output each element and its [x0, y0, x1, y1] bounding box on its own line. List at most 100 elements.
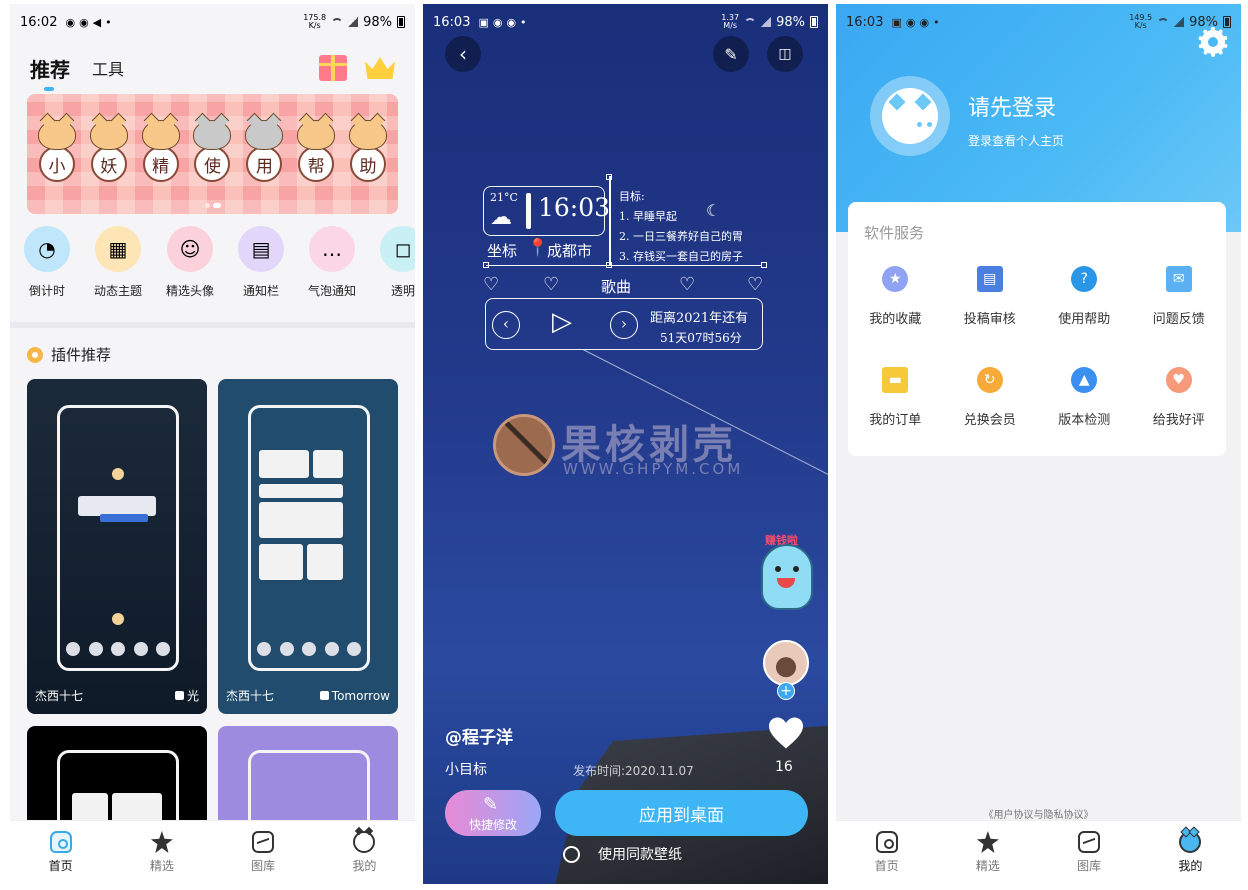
- nav-label: 我的: [1178, 859, 1203, 873]
- music-countdown-widget[interactable]: ‹ ▷ › 距离2021年还有 51天07时56分: [485, 298, 763, 350]
- quick-entry[interactable]: ▤ 通知栏: [238, 226, 285, 306]
- author-name[interactable]: @程子洋: [445, 723, 513, 748]
- location-pin-icon: 📍: [527, 238, 549, 258]
- widget-preview: [313, 450, 343, 478]
- quick-entry[interactable]: ☺ 精选头像: [166, 226, 214, 306]
- play-icon[interactable]: ▷: [552, 307, 572, 337]
- radio-button[interactable]: [563, 845, 580, 863]
- banner-cat: 用: [242, 120, 286, 182]
- countdown-label: 距离2021年还有: [650, 311, 749, 326]
- service-item[interactable]: ✉ 问题反馈: [1132, 266, 1227, 327]
- goal-item: 2. 一日三餐养好自己的胃: [619, 230, 743, 243]
- service-item[interactable]: ★ 我的收藏: [848, 266, 943, 327]
- service-label: 投稿审核: [963, 312, 1016, 327]
- temperature: 21°C: [490, 191, 518, 204]
- widget-preview: [259, 450, 309, 478]
- promo-banner[interactable]: 小妖精使用帮助: [27, 94, 398, 214]
- status-time: 16:02: [20, 14, 58, 30]
- tab-tools[interactable]: 工具: [92, 56, 124, 80]
- resize-handle[interactable]: [606, 174, 612, 180]
- user-avatar[interactable]: [870, 76, 950, 156]
- plugin-card[interactable]: 杰西十七 光: [27, 379, 207, 714]
- author-avatar[interactable]: [763, 640, 809, 686]
- order-icon: ▬: [882, 367, 909, 393]
- service-item[interactable]: ? 使用帮助: [1037, 266, 1132, 327]
- moon-image: [112, 468, 124, 480]
- quick-edit-button[interactable]: ✎ 快捷修改: [445, 790, 541, 836]
- banner-char: 帮: [298, 146, 335, 182]
- service-item[interactable]: ♥ 给我好评: [1132, 367, 1227, 428]
- quick-entry-icon: ◻: [380, 226, 415, 272]
- nav-gallery[interactable]: 图库: [1039, 821, 1140, 884]
- nav-gallery[interactable]: 图库: [213, 821, 314, 884]
- card-like[interactable]: 光: [174, 687, 199, 704]
- notification-icons: ◉◉◀•: [65, 15, 116, 29]
- next-icon[interactable]: ›: [610, 311, 638, 339]
- nav-featured[interactable]: 精选: [937, 821, 1038, 884]
- agreement-link[interactable]: 《用户协议与隐私协议》: [836, 806, 1241, 821]
- quick-entry-label: 动态主题: [94, 284, 143, 298]
- cat-icon: [353, 831, 376, 853]
- settings-gear-icon[interactable]: [1198, 27, 1228, 57]
- cat-icon: [1179, 831, 1202, 853]
- plugin-card[interactable]: 杰西十七 Tomorrow: [218, 379, 398, 714]
- card-like[interactable]: Tomorrow: [319, 687, 390, 704]
- quick-entry[interactable]: ◻ 透明: [380, 226, 415, 306]
- quick-entry-label: 精选头像: [166, 284, 215, 298]
- service-item[interactable]: ▲ 版本检测: [1037, 367, 1132, 428]
- service-item[interactable]: ▬ 我的订单: [848, 367, 943, 428]
- cat-avatar-icon: [882, 88, 938, 144]
- thumb-icon: [319, 691, 329, 700]
- quick-entry[interactable]: … 气泡通知: [308, 226, 356, 306]
- publish-date: 发布时间:2020.11.07: [573, 764, 694, 778]
- goal-title: 目标:: [619, 190, 645, 203]
- split-button[interactable]: ◫: [767, 36, 803, 72]
- home-screen: 16:02 ◉◉◀• 175.8 K/s 98% 推荐 工具 小妖精使用帮助 ◔…: [10, 4, 415, 884]
- service-label: 兑换会员: [963, 413, 1016, 428]
- nav-home[interactable]: 首页: [10, 821, 111, 884]
- prev-icon[interactable]: ‹: [492, 311, 520, 339]
- service-label: 给我好评: [1152, 413, 1205, 428]
- service-item[interactable]: ▤ 投稿审核: [943, 266, 1038, 327]
- mascot-sticker[interactable]: [761, 544, 813, 610]
- login-prompt[interactable]: 请先登录: [968, 90, 1056, 122]
- quick-entry-icon: …: [309, 226, 356, 272]
- quick-entry-label: 气泡通知: [308, 284, 357, 298]
- banner-char: 助: [349, 146, 386, 182]
- nav-mine[interactable]: 我的: [1140, 821, 1241, 884]
- top-tabs: 推荐 工具: [30, 48, 395, 91]
- upload-icon: ▲: [1071, 367, 1098, 393]
- quick-entry[interactable]: ▦ 动态主题: [94, 226, 142, 306]
- back-button[interactable]: ‹: [445, 36, 481, 72]
- pencil-icon: ✎: [724, 44, 738, 64]
- watermark-url: WWW.GHPYM.COM: [563, 460, 744, 478]
- nav-label: 首页: [874, 859, 899, 873]
- service-item[interactable]: ↻ 兑换会员: [943, 367, 1038, 428]
- section-title-text: 插件推荐: [51, 346, 112, 364]
- service-label: 我的收藏: [869, 312, 922, 327]
- follow-plus-icon[interactable]: +: [777, 682, 795, 700]
- edit-button[interactable]: ✎: [713, 36, 749, 72]
- status-bar: 16:03 ▣◉◉• 1.37 M/s 98%: [423, 4, 828, 40]
- gift-icon[interactable]: [319, 55, 347, 81]
- quick-entries: ◔ 倒计时 ▦ 动态主题 ☺ 精选头像 ▤ 通知栏 … 气泡通知 ◻ 透明: [10, 226, 415, 306]
- selection-border: [486, 265, 762, 266]
- weather-clock-widget[interactable]: 21°C ☁ 16:03: [483, 186, 610, 236]
- document-icon: ▤: [976, 266, 1003, 292]
- wallpaper-description: 小目标: [445, 762, 487, 778]
- cloud-icon: ☁: [490, 205, 512, 230]
- like-heart-icon[interactable]: [767, 716, 805, 750]
- nav-featured[interactable]: 精选: [111, 821, 212, 884]
- cat-head-icon: [297, 120, 336, 150]
- nav-label: 首页: [48, 859, 73, 873]
- nav-mine[interactable]: 我的: [314, 821, 415, 884]
- nav-home[interactable]: 首页: [836, 821, 937, 884]
- tab-recommend[interactable]: 推荐: [30, 54, 70, 91]
- star-icon: [976, 831, 999, 853]
- banner-dots: [204, 203, 221, 208]
- star-icon: [150, 831, 173, 853]
- crown-icon[interactable]: [365, 57, 395, 79]
- quick-entry[interactable]: ◔ 倒计时: [24, 226, 70, 306]
- same-wallpaper-option[interactable]: 使用同款壁纸: [563, 844, 682, 864]
- apply-to-desktop-button[interactable]: 应用到桌面: [555, 790, 808, 836]
